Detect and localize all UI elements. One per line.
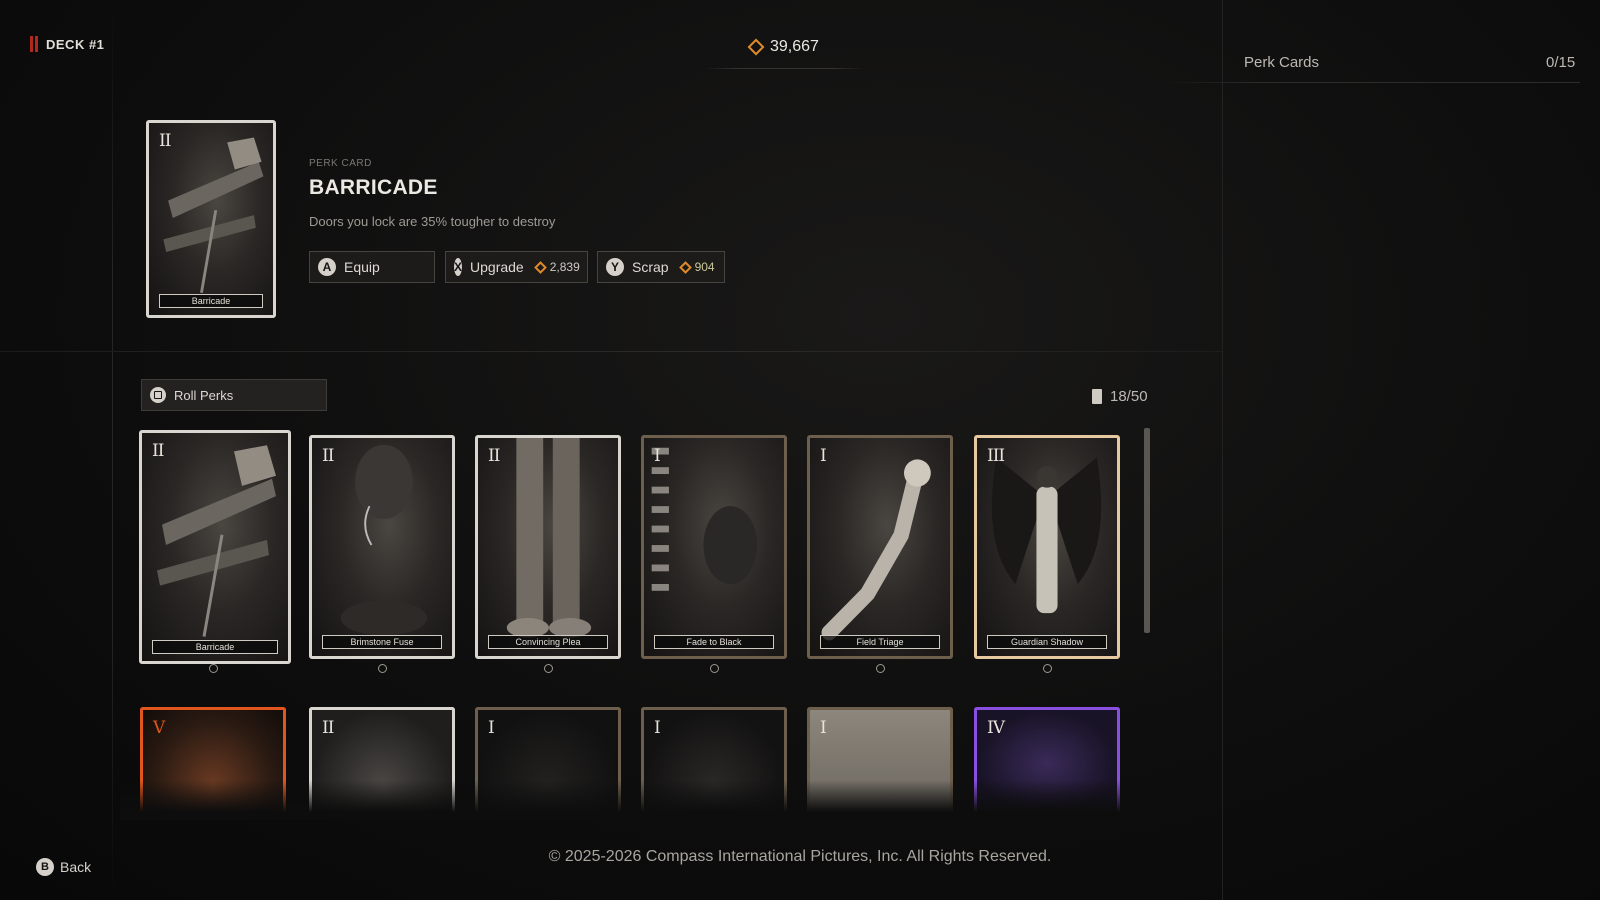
barricade-art	[163, 137, 264, 293]
perk-card[interactable]: II Brimstone Fuse	[309, 435, 455, 659]
perk-art	[157, 445, 276, 637]
scrap-label: Scrap	[632, 259, 669, 275]
currency-value: 39,667	[770, 38, 819, 55]
card-stack-icon	[1092, 389, 1102, 404]
left-divider	[112, 0, 113, 900]
perk-cards-title: Perk Cards	[1244, 54, 1320, 71]
equip-indicator	[544, 664, 553, 673]
perk-card[interactable]: I Fade to Black	[641, 435, 787, 659]
perk-description: Doors you lock are 35% tougher to destro…	[309, 214, 556, 229]
card-name-plate: Brimstone Fuse	[322, 635, 442, 649]
card-grid-scrollbar[interactable]	[1144, 428, 1150, 633]
scrap-button[interactable]: Y Scrap 904	[597, 251, 725, 283]
perk-card[interactable]: III Guardian Shadow	[974, 435, 1120, 659]
perk-title: BARRICADE	[309, 176, 438, 199]
deck-name: DECK #1	[46, 36, 105, 52]
equip-indicator	[1043, 664, 1052, 673]
currency-icon	[678, 260, 692, 274]
roll-perks-label: Roll Perks	[174, 387, 234, 403]
card-tier: II	[322, 446, 334, 466]
perk-card[interactable]: I Field Triage	[807, 435, 953, 659]
perk-art	[506, 438, 592, 638]
equip-label: Equip	[344, 259, 380, 275]
currency-display: 39,667	[747, 38, 819, 56]
card-stock: 18/50	[1092, 388, 1148, 405]
card-tier: II	[322, 718, 334, 738]
card-tier: I	[488, 718, 495, 738]
deck-icon	[30, 36, 38, 52]
card-name-plate: Barricade	[159, 294, 263, 308]
right-panel-divider	[1222, 0, 1223, 900]
section-divider	[0, 351, 1222, 352]
card-tier: I	[820, 446, 827, 466]
copyright-notice: © 2025-2026 Compass International Pictur…	[548, 848, 1052, 865]
card-stock-count: 18/50	[1110, 388, 1148, 405]
card-name-plate: Field Triage	[820, 635, 940, 649]
grid-fade	[120, 780, 1140, 820]
x-button-icon: X	[454, 258, 463, 276]
perk-panel-underline	[1160, 82, 1580, 83]
currency-icon	[747, 38, 765, 56]
card-tier: II	[159, 131, 171, 151]
deck-label[interactable]: DECK #1	[30, 36, 104, 52]
perk-kind-label: PERK CARD	[309, 158, 372, 169]
upgrade-label: Upgrade	[470, 259, 524, 275]
card-name-plate: Guardian Shadow	[987, 635, 1107, 649]
perk-art	[821, 459, 931, 641]
perk-card[interactable]: II Barricade	[139, 430, 291, 664]
upgrade-cost-value: 2,839	[549, 260, 580, 274]
perk-card[interactable]: II Convincing Plea	[475, 435, 621, 659]
perk-cards-count: 0/15	[1546, 54, 1576, 71]
card-tier: I	[654, 718, 661, 738]
equip-indicator	[876, 664, 885, 673]
selected-card-preview: II Barricade	[146, 120, 276, 318]
currency-icon	[533, 260, 547, 274]
a-button-icon: A	[318, 258, 336, 276]
scrap-cost: 904	[678, 260, 715, 274]
card-name-plate: Fade to Black	[654, 635, 774, 649]
perk-art	[991, 457, 1102, 614]
perk-art	[340, 444, 428, 636]
card-tier: I	[654, 446, 661, 466]
roll-perks-button[interactable]: Roll Perks	[141, 379, 327, 411]
scrap-cost-value: 904	[694, 260, 715, 274]
card-tier: II	[152, 441, 164, 461]
card-tier: II	[488, 446, 500, 466]
card-tier: I	[820, 718, 827, 738]
equip-indicator	[209, 664, 218, 673]
y-button-icon: Y	[606, 258, 624, 276]
equip-indicator	[378, 664, 387, 673]
card-tier: IV	[987, 718, 1005, 738]
perk-art	[651, 447, 758, 591]
card-name-plate: Barricade	[152, 640, 278, 654]
currency-underline	[705, 68, 865, 69]
upgrade-cost: 2,839	[533, 260, 580, 274]
roll-icon	[150, 387, 166, 403]
equip-button[interactable]: A Equip	[309, 251, 435, 283]
upgrade-button[interactable]: X Upgrade 2,839	[445, 251, 588, 283]
equip-indicator	[710, 664, 719, 673]
card-tier: III	[987, 446, 1005, 466]
card-name-plate: Convincing Plea	[488, 635, 608, 649]
card-tier: V	[153, 718, 165, 738]
